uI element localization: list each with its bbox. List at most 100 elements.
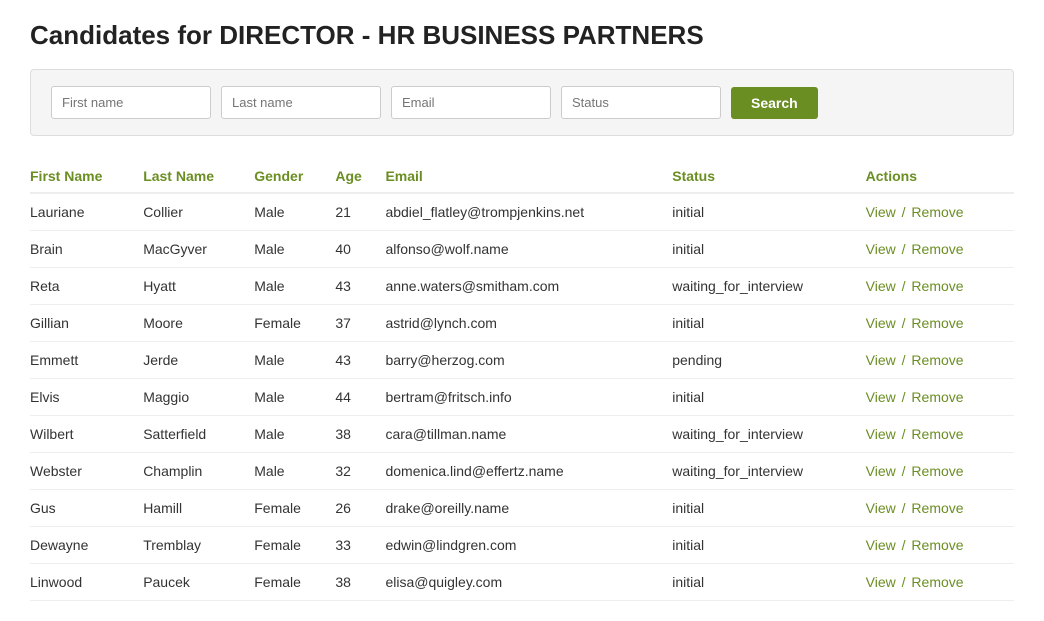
remove-link[interactable]: Remove — [911, 574, 963, 590]
col-email: Email — [385, 160, 672, 193]
table-row: LaurianeCollierMale21abdiel_flatley@trom… — [30, 193, 1014, 231]
cell-last: Maggio — [143, 379, 254, 416]
remove-link[interactable]: Remove — [911, 426, 963, 442]
col-actions: Actions — [866, 160, 1014, 193]
cell-first: Brain — [30, 231, 143, 268]
cell-status: initial — [672, 305, 865, 342]
action-separator: / — [898, 241, 910, 257]
cell-actions: View / Remove — [866, 564, 1014, 601]
remove-link[interactable]: Remove — [911, 500, 963, 516]
cell-first: Wilbert — [30, 416, 143, 453]
status-input[interactable] — [561, 86, 721, 119]
cell-first: Lauriane — [30, 193, 143, 231]
view-link[interactable]: View — [866, 537, 896, 553]
firstname-input[interactable] — [51, 86, 211, 119]
table-row: WilbertSatterfieldMale38cara@tillman.nam… — [30, 416, 1014, 453]
action-separator: / — [898, 537, 910, 553]
cell-email: alfonso@wolf.name — [385, 231, 672, 268]
remove-link[interactable]: Remove — [911, 315, 963, 331]
cell-email: abdiel_flatley@trompjenkins.net — [385, 193, 672, 231]
table-row: WebsterChamplinMale32domenica.lind@effer… — [30, 453, 1014, 490]
cell-email: edwin@lindgren.com — [385, 527, 672, 564]
col-lastname: Last Name — [143, 160, 254, 193]
candidates-table: First Name Last Name Gender Age Email St… — [30, 160, 1014, 601]
cell-last: Tremblay — [143, 527, 254, 564]
cell-actions: View / Remove — [866, 379, 1014, 416]
cell-actions: View / Remove — [866, 342, 1014, 379]
cell-gender: Female — [254, 490, 335, 527]
cell-age: 32 — [335, 453, 385, 490]
cell-last: Hamill — [143, 490, 254, 527]
cell-email: domenica.lind@effertz.name — [385, 453, 672, 490]
cell-age: 38 — [335, 416, 385, 453]
view-link[interactable]: View — [866, 315, 896, 331]
view-link[interactable]: View — [866, 204, 896, 220]
remove-link[interactable]: Remove — [911, 463, 963, 479]
cell-email: astrid@lynch.com — [385, 305, 672, 342]
cell-email: barry@herzog.com — [385, 342, 672, 379]
table-row: EmmettJerdeMale43barry@herzog.compending… — [30, 342, 1014, 379]
search-bar: Search — [30, 69, 1014, 136]
cell-email: drake@oreilly.name — [385, 490, 672, 527]
col-status: Status — [672, 160, 865, 193]
cell-age: 33 — [335, 527, 385, 564]
table-row: ElvisMaggioMale44bertram@fritsch.infoini… — [30, 379, 1014, 416]
cell-actions: View / Remove — [866, 305, 1014, 342]
view-link[interactable]: View — [866, 352, 896, 368]
table-row: GusHamillFemale26drake@oreilly.nameiniti… — [30, 490, 1014, 527]
cell-first: Webster — [30, 453, 143, 490]
action-separator: / — [898, 426, 910, 442]
cell-gender: Female — [254, 564, 335, 601]
remove-link[interactable]: Remove — [911, 241, 963, 257]
cell-status: initial — [672, 379, 865, 416]
col-age: Age — [335, 160, 385, 193]
col-firstname: First Name — [30, 160, 143, 193]
cell-last: Champlin — [143, 453, 254, 490]
cell-first: Emmett — [30, 342, 143, 379]
lastname-input[interactable] — [221, 86, 381, 119]
cell-email: cara@tillman.name — [385, 416, 672, 453]
cell-status: initial — [672, 564, 865, 601]
remove-link[interactable]: Remove — [911, 537, 963, 553]
cell-age: 26 — [335, 490, 385, 527]
view-link[interactable]: View — [866, 278, 896, 294]
view-link[interactable]: View — [866, 389, 896, 405]
cell-last: Hyatt — [143, 268, 254, 305]
action-separator: / — [898, 574, 910, 590]
cell-age: 37 — [335, 305, 385, 342]
cell-email: bertram@fritsch.info — [385, 379, 672, 416]
cell-gender: Male — [254, 193, 335, 231]
cell-gender: Male — [254, 379, 335, 416]
cell-status: initial — [672, 193, 865, 231]
cell-gender: Male — [254, 416, 335, 453]
cell-gender: Male — [254, 268, 335, 305]
remove-link[interactable]: Remove — [911, 352, 963, 368]
view-link[interactable]: View — [866, 241, 896, 257]
cell-age: 21 — [335, 193, 385, 231]
cell-status: initial — [672, 231, 865, 268]
cell-first: Elvis — [30, 379, 143, 416]
cell-email: anne.waters@smitham.com — [385, 268, 672, 305]
email-input[interactable] — [391, 86, 551, 119]
remove-link[interactable]: Remove — [911, 278, 963, 294]
cell-age: 38 — [335, 564, 385, 601]
col-gender: Gender — [254, 160, 335, 193]
cell-actions: View / Remove — [866, 231, 1014, 268]
view-link[interactable]: View — [866, 426, 896, 442]
cell-last: Satterfield — [143, 416, 254, 453]
cell-first: Gillian — [30, 305, 143, 342]
cell-actions: View / Remove — [866, 527, 1014, 564]
cell-actions: View / Remove — [866, 268, 1014, 305]
view-link[interactable]: View — [866, 574, 896, 590]
cell-status: waiting_for_interview — [672, 453, 865, 490]
view-link[interactable]: View — [866, 500, 896, 516]
cell-status: waiting_for_interview — [672, 416, 865, 453]
remove-link[interactable]: Remove — [911, 204, 963, 220]
view-link[interactable]: View — [866, 463, 896, 479]
cell-status: initial — [672, 490, 865, 527]
search-button[interactable]: Search — [731, 87, 818, 119]
remove-link[interactable]: Remove — [911, 389, 963, 405]
cell-age: 43 — [335, 342, 385, 379]
table-row: LinwoodPaucekFemale38elisa@quigley.comin… — [30, 564, 1014, 601]
cell-gender: Male — [254, 231, 335, 268]
